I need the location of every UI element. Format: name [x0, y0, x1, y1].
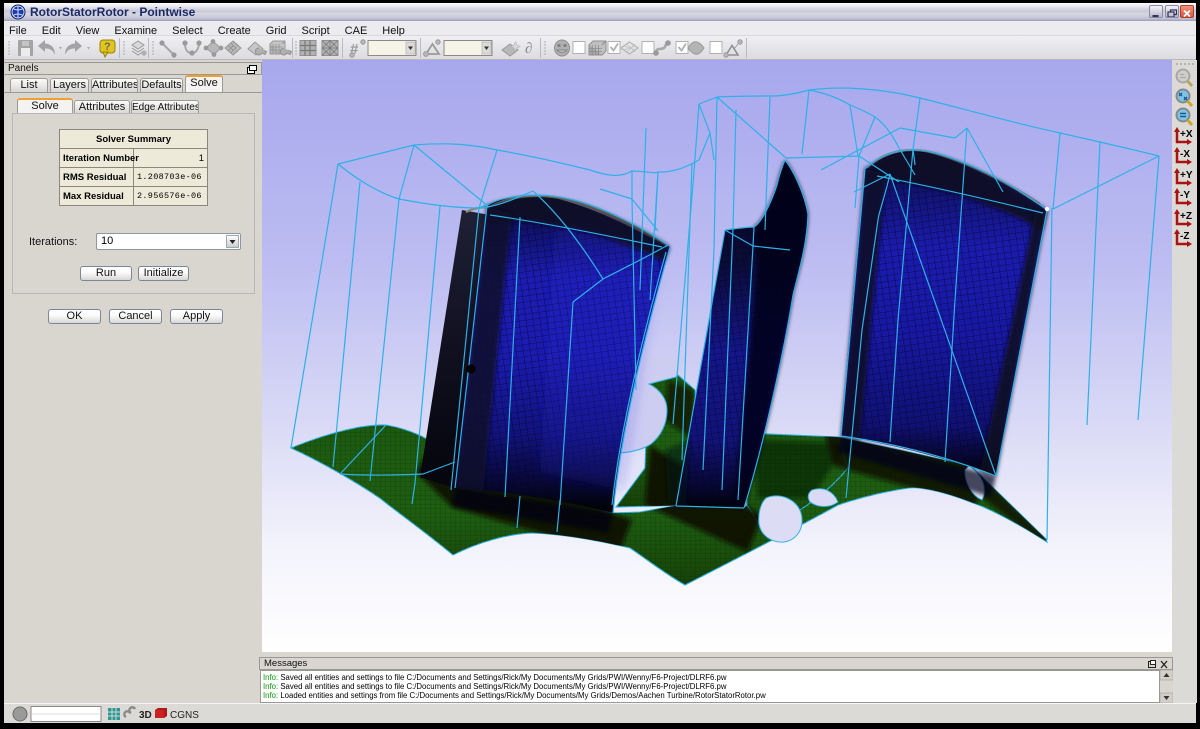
- svg-text:3D: 3D: [139, 710, 152, 721]
- svg-text:CGNS: CGNS: [170, 710, 199, 721]
- svg-text:∂: ∂: [525, 41, 532, 57]
- svg-text:+Y: +Y: [1180, 170, 1193, 181]
- svg-text:?: ?: [104, 41, 111, 53]
- svg-text:-X: -X: [1180, 149, 1190, 160]
- svg-text:+Z: +Z: [1180, 211, 1192, 222]
- svg-text:+X: +X: [1180, 129, 1193, 140]
- svg-text:-Z: -Z: [1180, 231, 1189, 242]
- svg-text:-Y: -Y: [1180, 190, 1190, 201]
